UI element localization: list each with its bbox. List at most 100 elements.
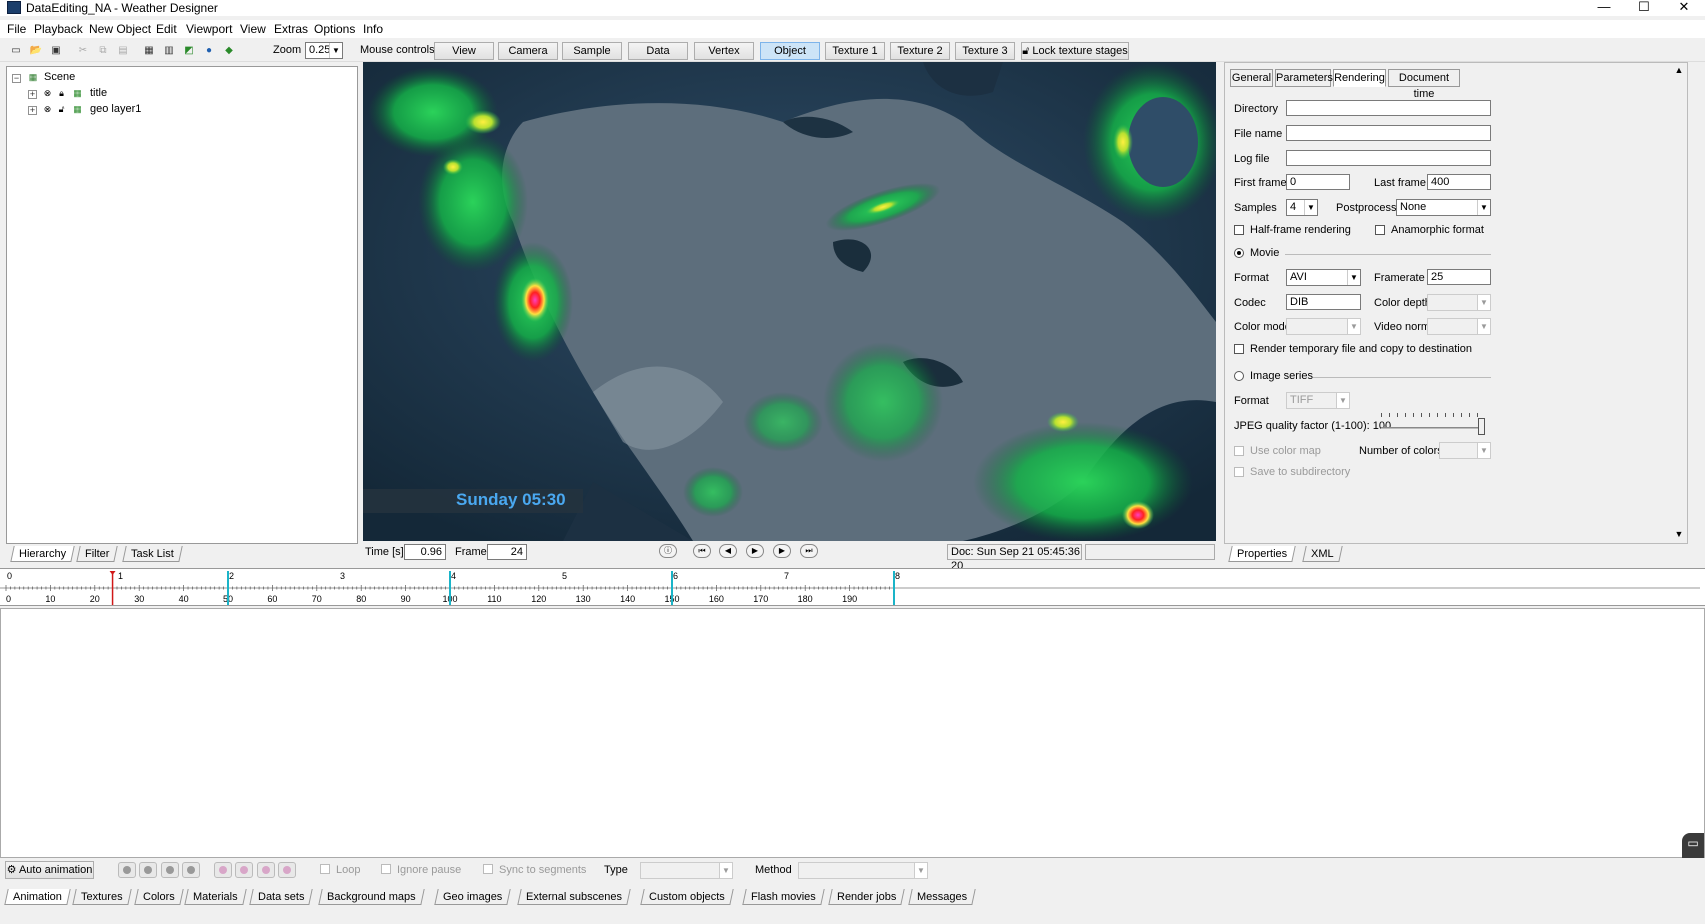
video-norm-select[interactable]: ▼ [1427, 318, 1491, 335]
jpeg-quality-slider[interactable] [1381, 413, 1487, 435]
tree-item-geo-layer1[interactable]: geo layer1 [90, 101, 141, 117]
keyframe-icon[interactable] [257, 862, 275, 878]
keyframe-icon[interactable] [235, 862, 253, 878]
filename-input[interactable] [1286, 125, 1491, 141]
layer-icon[interactable]: ◆ [222, 44, 236, 57]
zoom-select[interactable]: 0.25 ▼ [305, 42, 343, 59]
image-format-select[interactable]: TIFF ▼ [1286, 392, 1350, 409]
play-icon[interactable]: ▶ [746, 544, 764, 558]
visibility-icon[interactable]: ⊗ [43, 104, 52, 115]
document-icon[interactable]: ▥ [162, 44, 176, 57]
tab-external-subscenes[interactable]: External subscenes [517, 889, 631, 905]
tree-expand-toggle[interactable]: + [28, 90, 37, 99]
animation-track-area[interactable]: ▭ [0, 608, 1705, 873]
frame-input[interactable]: 24 [487, 544, 527, 560]
lock-texture-stages-button[interactable]: 🔓︎ Lock texture stages [1021, 42, 1129, 60]
paste-icon[interactable]: ▤ [116, 44, 130, 57]
visibility-icon[interactable]: ⊗ [43, 88, 52, 99]
minimize-button[interactable]: — [1584, 0, 1624, 16]
tree-collapse-toggle[interactable]: − [12, 74, 21, 83]
tab-properties[interactable]: Properties [1228, 546, 1296, 562]
menu-viewport[interactable]: Viewport [186, 22, 232, 36]
auto-animation-button[interactable]: ⚙︎ Auto animation [5, 861, 94, 879]
color-mode-select[interactable]: ▼ [1286, 318, 1361, 335]
tab-materials[interactable]: Materials [184, 889, 247, 905]
logfile-input[interactable] [1286, 150, 1491, 166]
slider-thumb[interactable] [1478, 418, 1485, 435]
mode-camera-button[interactable]: Camera [498, 42, 558, 60]
tree-expand-toggle[interactable]: + [28, 106, 37, 115]
menu-options[interactable]: Options [314, 22, 355, 36]
timeline-ruler[interactable]: 0123456780102030405060708090100110120130… [0, 568, 1705, 606]
tree-item-title[interactable]: title [90, 85, 107, 101]
step-back-icon[interactable]: ◀ [719, 544, 737, 558]
codec-input[interactable]: DIB [1286, 294, 1361, 310]
cut-icon[interactable]: ✂ [76, 44, 90, 57]
tab-filter[interactable]: Filter [76, 546, 119, 562]
lock-icon[interactable]: 🔒︎ [57, 88, 66, 99]
mode-texture2-button[interactable]: Texture 2 [890, 42, 950, 60]
tab-task-list[interactable]: Task List [122, 546, 183, 562]
export-icon[interactable]: ◩ [182, 44, 196, 57]
properties-scrollbar[interactable]: ▲ ▼ [1672, 63, 1686, 543]
menu-view[interactable]: View [240, 22, 266, 36]
render-icon[interactable]: ▦ [142, 44, 156, 57]
menu-info[interactable]: Info [363, 22, 383, 36]
save-subdir-checkbox[interactable] [1234, 467, 1244, 477]
current-frame-handle[interactable] [109, 571, 116, 575]
keyframe-icon[interactable] [214, 862, 232, 878]
mode-object-button[interactable]: Object [760, 42, 820, 60]
num-colors-select[interactable]: ▼ [1439, 442, 1491, 459]
directory-input[interactable] [1286, 100, 1491, 116]
movie-radio[interactable] [1234, 248, 1244, 258]
menu-extras[interactable]: Extras [274, 22, 308, 36]
mode-vertex-button[interactable]: Vertex [694, 42, 754, 60]
menu-new-object[interactable]: New Object [89, 22, 151, 36]
tab-parameters[interactable]: Parameters [1275, 69, 1333, 87]
tab-custom-objects[interactable]: Custom objects [640, 889, 734, 905]
mode-view-button[interactable]: View [434, 42, 494, 60]
samples-select[interactable]: 4 ▼ [1286, 199, 1318, 216]
unlock-icon[interactable]: 🔓︎ [57, 104, 66, 115]
framerate-input[interactable]: 25 [1427, 269, 1491, 285]
tab-messages[interactable]: Messages [908, 889, 976, 905]
skip-to-start-icon[interactable]: ⏮ [693, 544, 711, 558]
record-icon[interactable] [182, 862, 200, 878]
ignore-pause-checkbox[interactable] [381, 864, 391, 874]
render-temp-checkbox[interactable] [1234, 344, 1244, 354]
tab-hierarchy[interactable]: Hierarchy [10, 546, 75, 562]
tab-general[interactable]: General [1230, 69, 1273, 87]
copy-icon[interactable]: ⧉ [96, 44, 110, 57]
tab-data-sets[interactable]: Data sets [249, 889, 314, 905]
image-series-radio[interactable] [1234, 371, 1244, 381]
tab-render-jobs[interactable]: Render jobs [828, 889, 906, 905]
open-folder-icon[interactable]: 📂 [29, 44, 43, 57]
record-icon[interactable] [139, 862, 157, 878]
close-button[interactable]: ✕ [1664, 0, 1704, 16]
record-icon[interactable] [161, 862, 179, 878]
format-select[interactable]: AVI ▼ [1286, 269, 1361, 286]
tab-textures[interactable]: Textures [72, 889, 132, 905]
half-frame-checkbox[interactable] [1234, 225, 1244, 235]
tab-animation[interactable]: Animation [4, 889, 71, 905]
anamorphic-checkbox[interactable] [1375, 225, 1385, 235]
save-icon[interactable]: ▣ [49, 44, 63, 57]
scroll-down-icon[interactable]: ▼ [1672, 529, 1686, 539]
tree-item-scene[interactable]: Scene [44, 69, 75, 85]
tab-xml[interactable]: XML [1302, 546, 1343, 562]
new-file-icon[interactable]: ▭ [9, 44, 23, 57]
menu-file[interactable]: File [7, 22, 26, 36]
sync-segments-checkbox[interactable] [483, 864, 493, 874]
scroll-up-icon[interactable]: ▲ [1672, 65, 1686, 75]
record-icon[interactable] [118, 862, 136, 878]
time-input[interactable]: 0.96 [404, 544, 446, 560]
skip-to-end-icon[interactable]: ⏭ [800, 544, 818, 558]
menu-playback[interactable]: Playback [34, 22, 83, 36]
info-icon[interactable]: ⓘ [659, 544, 677, 558]
use-colormap-checkbox[interactable] [1234, 446, 1244, 456]
tab-document-time[interactable]: Document time [1388, 69, 1460, 100]
tab-geo-images[interactable]: Geo images [434, 889, 512, 905]
globe-icon[interactable]: ● [202, 44, 216, 57]
method-select[interactable]: ▼ [798, 862, 928, 879]
maximize-button[interactable]: ☐ [1624, 0, 1664, 16]
